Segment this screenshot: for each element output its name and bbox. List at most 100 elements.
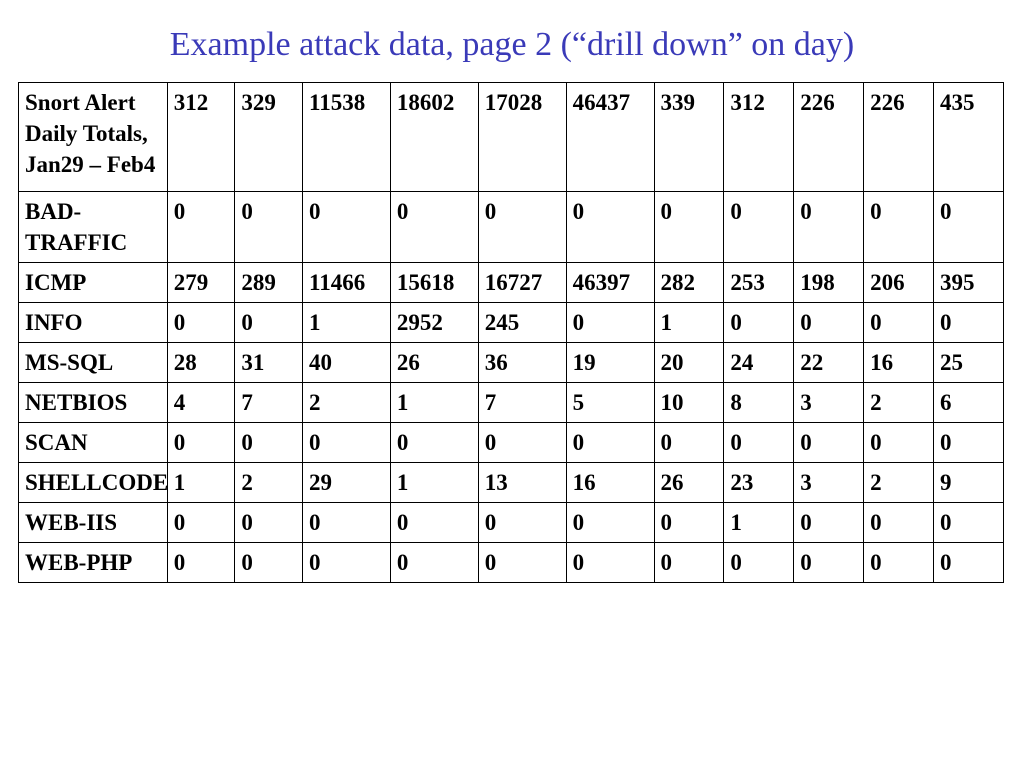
data-cell: 0 [864, 303, 934, 343]
data-cell: 245 [478, 303, 566, 343]
table-body: Snort Alert Daily Totals, Jan29 – Feb431… [19, 83, 1004, 583]
data-cell: 0 [478, 192, 566, 263]
table-row: MS-SQL2831402636192024221625 [19, 343, 1004, 383]
header-value-cell: 435 [933, 83, 1003, 192]
data-cell: 3 [794, 463, 864, 503]
data-cell: 31 [235, 343, 303, 383]
data-cell: 0 [933, 303, 1003, 343]
data-cell: 20 [654, 343, 724, 383]
data-cell: 0 [478, 423, 566, 463]
data-cell: 0 [933, 543, 1003, 583]
header-value-cell: 312 [724, 83, 794, 192]
data-cell: 0 [724, 303, 794, 343]
data-cell: 289 [235, 263, 303, 303]
data-cell: 282 [654, 263, 724, 303]
data-cell: 0 [933, 423, 1003, 463]
row-label-cell: SCAN [19, 423, 168, 463]
header-value-cell: 11538 [302, 83, 390, 192]
data-cell: 0 [235, 192, 303, 263]
data-cell: 7 [235, 383, 303, 423]
row-label-cell: WEB-IIS [19, 503, 168, 543]
table-row: SHELLCODE1229113162623329 [19, 463, 1004, 503]
data-cell: 36 [478, 343, 566, 383]
data-cell: 26 [390, 343, 478, 383]
data-cell: 0 [794, 303, 864, 343]
data-cell: 0 [794, 192, 864, 263]
data-cell: 0 [235, 423, 303, 463]
data-cell: 0 [794, 543, 864, 583]
data-cell: 1 [390, 463, 478, 503]
data-cell: 0 [864, 423, 934, 463]
data-cell: 22 [794, 343, 864, 383]
data-cell: 0 [566, 192, 654, 263]
row-label-cell: MS-SQL [19, 343, 168, 383]
data-cell: 6 [933, 383, 1003, 423]
data-cell: 28 [167, 343, 235, 383]
data-cell: 0 [235, 543, 303, 583]
data-cell: 15618 [390, 263, 478, 303]
row-label-cell: BAD-TRAFFIC [19, 192, 168, 263]
data-cell: 0 [167, 192, 235, 263]
data-cell: 1 [302, 303, 390, 343]
data-cell: 24 [724, 343, 794, 383]
data-cell: 5 [566, 383, 654, 423]
row-label-cell: ICMP [19, 263, 168, 303]
data-cell: 198 [794, 263, 864, 303]
data-cell: 0 [566, 543, 654, 583]
data-cell: 7 [478, 383, 566, 423]
data-cell: 0 [864, 192, 934, 263]
data-cell: 26 [654, 463, 724, 503]
table-row: ICMP279289114661561816727463972822531982… [19, 263, 1004, 303]
data-cell: 0 [390, 423, 478, 463]
data-cell: 46397 [566, 263, 654, 303]
header-value-cell: 312 [167, 83, 235, 192]
data-cell: 16 [566, 463, 654, 503]
data-cell: 40 [302, 343, 390, 383]
data-cell: 0 [724, 543, 794, 583]
data-cell: 0 [167, 503, 235, 543]
data-cell: 0 [478, 503, 566, 543]
data-cell: 0 [794, 503, 864, 543]
header-value-cell: 339 [654, 83, 724, 192]
data-cell: 0 [654, 503, 724, 543]
data-cell: 29 [302, 463, 390, 503]
header-value-cell: 46437 [566, 83, 654, 192]
row-label-cell: WEB-PHP [19, 543, 168, 583]
data-cell: 0 [478, 543, 566, 583]
data-cell: 13 [478, 463, 566, 503]
data-cell: 0 [566, 503, 654, 543]
data-cell: 0 [302, 192, 390, 263]
data-cell: 0 [566, 303, 654, 343]
data-cell: 0 [390, 503, 478, 543]
data-cell: 2 [864, 463, 934, 503]
data-cell: 2 [864, 383, 934, 423]
data-cell: 0 [566, 423, 654, 463]
header-value-cell: 329 [235, 83, 303, 192]
data-cell: 9 [933, 463, 1003, 503]
data-cell: 3 [794, 383, 864, 423]
table-row: SCAN00000000000 [19, 423, 1004, 463]
data-cell: 8 [724, 383, 794, 423]
row-label-cell: SHELLCODE [19, 463, 168, 503]
data-cell: 0 [654, 192, 724, 263]
slide: Example attack data, page 2 (“drill down… [0, 0, 1024, 583]
page-title: Example attack data, page 2 (“drill down… [18, 26, 1006, 64]
data-cell: 206 [864, 263, 934, 303]
table-row: WEB-PHP00000000000 [19, 543, 1004, 583]
data-cell: 0 [302, 423, 390, 463]
data-cell: 0 [654, 543, 724, 583]
data-cell: 1 [654, 303, 724, 343]
data-cell: 0 [864, 543, 934, 583]
data-cell: 0 [794, 423, 864, 463]
data-cell: 2 [302, 383, 390, 423]
data-cell: 16 [864, 343, 934, 383]
data-cell: 395 [933, 263, 1003, 303]
data-cell: 0 [167, 303, 235, 343]
data-cell: 0 [390, 543, 478, 583]
data-cell: 0 [235, 503, 303, 543]
row-label-cell: NETBIOS [19, 383, 168, 423]
data-cell: 2 [235, 463, 303, 503]
table-row: NETBIOS472175108326 [19, 383, 1004, 423]
data-cell: 0 [933, 503, 1003, 543]
data-cell: 1 [390, 383, 478, 423]
